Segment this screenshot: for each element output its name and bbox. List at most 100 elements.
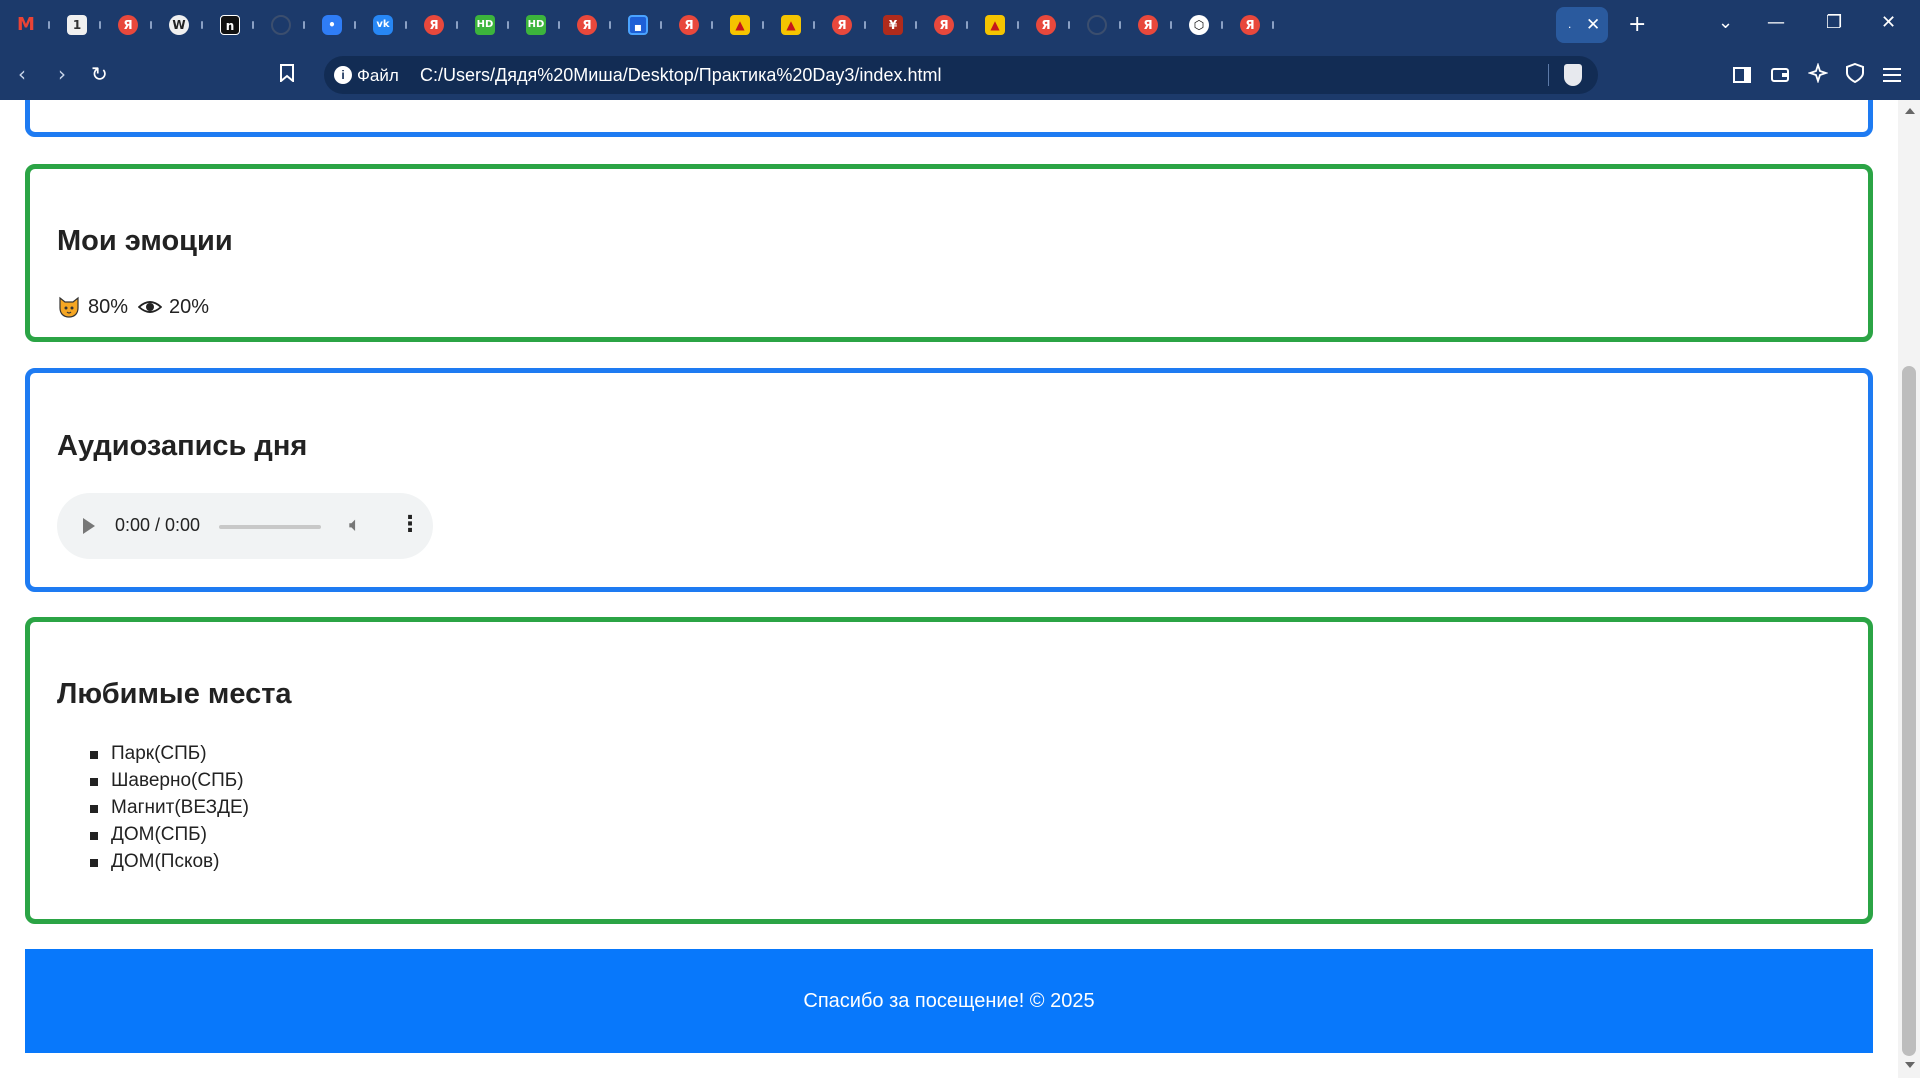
browser-tab[interactable]: ▲ <box>765 7 821 43</box>
hd-video-icon: HD <box>526 15 546 35</box>
reload-icon[interactable]: ↻ <box>91 62 108 86</box>
yandex-icon: Я <box>934 15 954 35</box>
browser-tab[interactable]: Я <box>918 7 974 43</box>
browser-tab[interactable]: M <box>0 7 56 43</box>
wikipedia-icon: W <box>169 15 189 35</box>
places-list: Парк(СПБ) Шаверно(СПБ) Магнит(ВЕЗДЕ) ДОМ(СП… <box>90 740 249 875</box>
url-text[interactable]: C:/Users/Дядя%20Миша/Desktop/Практика%20… <box>420 65 941 86</box>
sidebar-glyph <box>1733 67 1751 83</box>
audio-player[interactable]: 0:00 / 0:00 🔈︎ ⋮ <box>57 493 433 559</box>
page-viewport: Подъём 7:00Приготовить завтрак, полдник,… <box>0 100 1898 1078</box>
menu-icon[interactable] <box>1883 64 1901 88</box>
brave-shields-icon[interactable] <box>1564 64 1582 86</box>
tab-separator <box>303 21 305 29</box>
browser-tab[interactable]: ▲ <box>714 7 770 43</box>
forward-icon[interactable]: › <box>58 62 66 86</box>
scroll-down-arrow-icon[interactable] <box>1905 1062 1915 1068</box>
wallet-glyph <box>1771 68 1789 82</box>
tab-separator <box>354 21 356 29</box>
browser-tab[interactable]: ▲ <box>969 7 1025 43</box>
browser-tab[interactable]: Я <box>102 7 158 43</box>
tab-separator <box>405 21 407 29</box>
pikabu-icon: ▲ <box>730 15 750 35</box>
sidebar-icon[interactable] <box>1733 64 1751 88</box>
audio-card: Аудиозапись дня 0:00 / 0:00 🔈︎ ⋮ <box>25 368 1873 592</box>
tab-separator <box>48 21 50 29</box>
yandex-icon: Я <box>679 15 699 35</box>
browser-toolbar: ‹ › ↻ i Файл C:/Users/Дядя%20Миша/Deskto… <box>0 50 1920 100</box>
codepen-icon: ⬡ <box>1189 15 1209 35</box>
places-heading: Любимые места <box>57 678 292 710</box>
scroll-thumb[interactable] <box>1902 366 1916 1056</box>
restore-icon[interactable]: ❐ <box>1826 12 1842 33</box>
browser-tab[interactable]: ▪ <box>612 7 668 43</box>
yandex-icon: Я <box>1138 15 1158 35</box>
scroll-up-arrow-icon[interactable] <box>1905 108 1915 114</box>
browser-tab[interactable] <box>255 7 311 43</box>
minimize-icon[interactable]: — <box>1767 12 1785 33</box>
tab-separator <box>1119 21 1121 29</box>
wallet-icon[interactable] <box>1771 64 1789 88</box>
browser-tab[interactable]: Я <box>816 7 872 43</box>
vk-icon: vk <box>373 15 393 35</box>
info-icon[interactable]: i <box>334 66 352 84</box>
place-list-item: Магнит(ВЕЗДЕ) <box>90 794 249 821</box>
tab-separator <box>966 21 968 29</box>
place-list-item: ДОМ(Псков) <box>90 848 249 875</box>
browser-tab[interactable]: 1 <box>51 7 107 43</box>
browser-tab[interactable]: n <box>204 7 260 43</box>
browser-tab[interactable]: W <box>153 7 209 43</box>
browser-tab[interactable]: HD <box>510 7 566 43</box>
emotion-value: 20% <box>169 295 210 318</box>
browser-tab[interactable]: Я <box>1020 7 1076 43</box>
tab-separator <box>558 21 560 29</box>
tab-separator <box>864 21 866 29</box>
browser-tab[interactable]: Я <box>561 7 617 43</box>
pikabu-icon: ▲ <box>781 15 801 35</box>
tab-separator <box>609 21 611 29</box>
browser-tab[interactable]: vk <box>357 7 413 43</box>
browser-tab[interactable] <box>1071 7 1127 43</box>
window-close-icon[interactable]: ✕ <box>1881 12 1896 33</box>
tab-separator <box>1272 21 1274 29</box>
places-card: Любимые места Парк(СПБ) Шаверно(СПБ) Магни… <box>25 617 1873 924</box>
pikabu-icon: ▲ <box>985 15 1005 35</box>
hd-video-icon: HD <box>475 15 495 35</box>
tab-list-chevron-icon[interactable]: ⌄ <box>1718 12 1733 33</box>
tab-strip: M 1 Я Wn • vk Я HD HD Я ▪ Я ▲ ▲ Я ¥ Я ▲ Я Я ⬡ Я . ✕ + ⌄ — ❐ ✕ <box>0 0 1920 50</box>
browser-tab[interactable]: ¥ <box>867 7 923 43</box>
bookmate-icon: ¥ <box>883 15 903 35</box>
page-footer: Спасибо за посещение! © 2025 <box>25 949 1873 1053</box>
vpn-shield-glyph <box>1846 62 1864 84</box>
bookmark-icon[interactable] <box>280 64 294 87</box>
browser-tab[interactable]: HD <box>459 7 515 43</box>
browser-tab[interactable]: • <box>306 7 362 43</box>
gmail-icon: M <box>17 14 35 35</box>
footer-text: Спасибо за посещение! © 2025 <box>803 990 1095 1012</box>
vpn-shield-icon[interactable] <box>1846 62 1864 88</box>
play-icon[interactable] <box>83 518 95 534</box>
leo-ai-icon[interactable] <box>1807 62 1829 88</box>
browser-tab[interactable]: Я <box>1224 7 1280 43</box>
tab-separator <box>507 21 509 29</box>
yandex-icon: Я <box>1036 15 1056 35</box>
menu-glyph <box>1883 68 1901 82</box>
new-tab-button[interactable]: + <box>1628 12 1646 37</box>
address-bar[interactable]: i Файл C:/Users/Дядя%20Миша/Desktop/Прак… <box>324 56 1598 94</box>
emotions-row: 80% 20% <box>57 295 219 319</box>
browser-tab[interactable]: Я <box>408 7 464 43</box>
tab-separator <box>1170 21 1172 29</box>
browser-tab[interactable]: Я <box>1122 7 1178 43</box>
place-list-item: ДОМ(СПБ) <box>90 821 249 848</box>
active-tab[interactable]: . ✕ <box>1556 7 1608 43</box>
yandex-icon: Я <box>832 15 852 35</box>
todo-card: Подъём 7:00Приготовить завтрак, полдник,… <box>25 100 1873 137</box>
close-tab-icon[interactable]: ✕ <box>1586 15 1600 35</box>
more-options-icon[interactable]: ⋮ <box>399 512 421 537</box>
audio-seek-slider[interactable] <box>219 525 321 529</box>
volume-icon[interactable]: 🔈︎ <box>349 512 361 536</box>
vertical-scrollbar[interactable] <box>1898 100 1920 1078</box>
browser-tab[interactable]: ⬡ <box>1173 7 1229 43</box>
back-icon[interactable]: ‹ <box>18 62 26 86</box>
browser-tab[interactable]: Я <box>663 7 719 43</box>
